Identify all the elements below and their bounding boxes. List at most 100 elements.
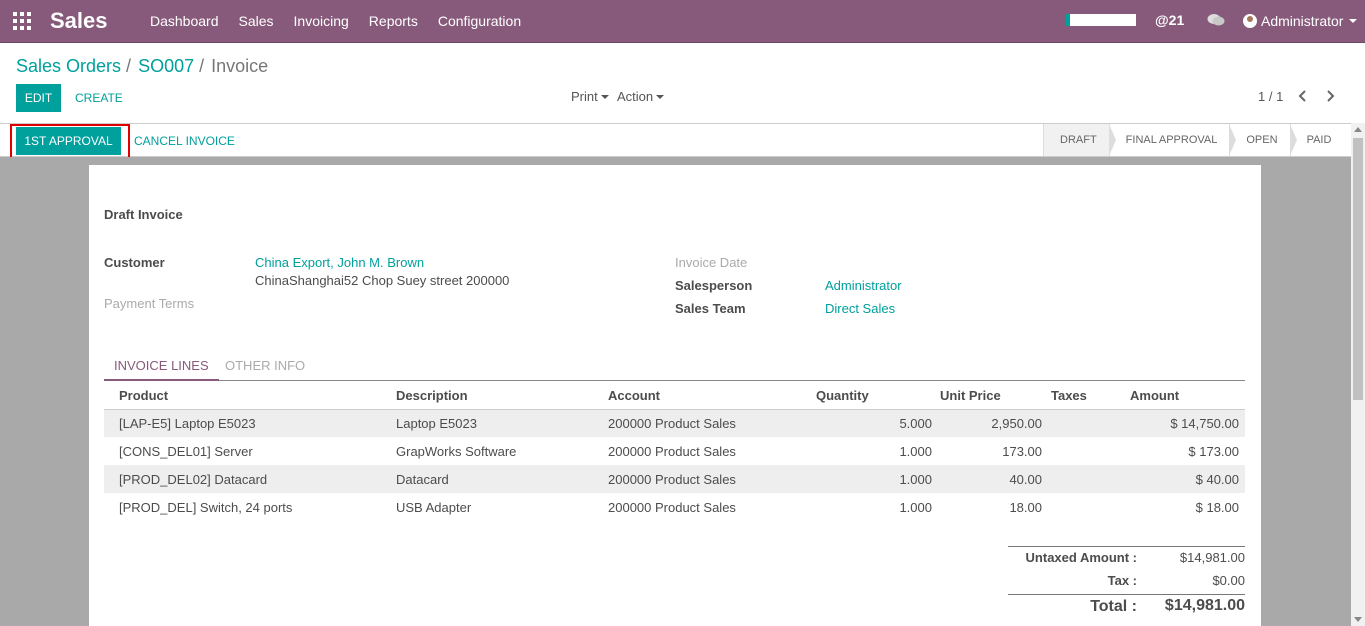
stage-draft[interactable]: DRAFT [1043, 124, 1116, 156]
cell-unit-price: 40.00 [1009, 471, 1042, 487]
totals-divider [1008, 594, 1245, 595]
print-label: Print [571, 89, 598, 104]
col-description[interactable]: Description [392, 382, 604, 410]
action-dropdown[interactable]: Action [617, 89, 665, 104]
col-product[interactable]: Product [104, 382, 392, 410]
cell-amount: $ 18.00 [1195, 499, 1239, 515]
create-button[interactable]: CREATE [75, 84, 123, 112]
cell-unit-price: 18.00 [1009, 499, 1042, 515]
sales-team-label: Sales Team [675, 301, 746, 316]
stage-open[interactable]: OPEN [1229, 124, 1297, 156]
table-header-row: Product Description Account Quantity Uni… [104, 382, 1245, 410]
invoice-lines-table: Product Description Account Quantity Uni… [104, 382, 1245, 521]
stage-final-approval[interactable]: FINAL APPROVAL [1108, 124, 1237, 156]
caret-down-icon [600, 94, 609, 99]
customer-link[interactable]: China Export, John M. Brown [255, 255, 424, 270]
edit-button[interactable]: EDIT [16, 84, 61, 112]
print-dropdown[interactable]: Print [571, 89, 609, 104]
cell-quantity: 1.000 [899, 443, 932, 459]
col-quantity[interactable]: Quantity [812, 382, 936, 410]
col-taxes[interactable]: Taxes [1046, 382, 1126, 410]
cell-product: [LAP-E5] Laptop E5023 [119, 415, 256, 431]
tab-other-info[interactable]: OTHER INFO [215, 355, 315, 381]
cell-quantity: 1.000 [899, 471, 932, 487]
chat-icon[interactable] [1207, 13, 1225, 27]
main-menu: Dashboard Sales Invoicing Reports Config… [140, 0, 531, 43]
salesperson-link[interactable]: Administrator [825, 278, 902, 293]
cell-unit-price: 2,950.00 [991, 415, 1042, 431]
top-navbar: Sales Dashboard Sales Invoicing Reports … [0, 0, 1365, 43]
breadcrumb-current: Invoice [211, 56, 269, 76]
cell-taxes [1046, 437, 1126, 465]
invoice-date-label: Invoice Date [675, 255, 748, 270]
cell-amount: $ 173.00 [1188, 443, 1239, 459]
table-row[interactable]: [CONS_DEL01] Server GrapWorks Software 2… [104, 437, 1245, 465]
cell-account: 200000 Product Sales [608, 471, 736, 487]
cancel-invoice-button[interactable]: CANCEL INVOICE [134, 127, 235, 155]
action-label: Action [617, 89, 654, 104]
cell-product: [CONS_DEL01] Server [119, 443, 253, 459]
menu-dashboard[interactable]: Dashboard [140, 0, 229, 43]
customer-label: Customer [104, 255, 165, 270]
cell-taxes [1046, 493, 1126, 521]
breadcrumb-separator: / [126, 56, 132, 76]
scroll-thumb[interactable] [1353, 138, 1363, 400]
cell-description: Laptop E5023 [396, 415, 477, 431]
cell-amount: $ 40.00 [1195, 471, 1239, 487]
messages-counter[interactable]: @21 [1155, 12, 1184, 28]
menu-invoicing[interactable]: Invoicing [284, 0, 359, 43]
table-row[interactable]: [PROD_DEL02] Datacard Datacard 200000 Pr… [104, 465, 1245, 493]
cell-quantity: 5.000 [899, 415, 932, 431]
menu-configuration[interactable]: Configuration [428, 0, 531, 43]
customer-address: ChinaShanghai52 Chop Suey street 200000 [255, 273, 510, 288]
cell-taxes [1046, 409, 1126, 437]
cell-quantity: 1.000 [899, 499, 932, 515]
breadcrumb-sales-orders[interactable]: Sales Orders [16, 56, 121, 77]
highlight-box [10, 124, 130, 159]
col-amount[interactable]: Amount [1126, 382, 1245, 410]
table-row[interactable]: [LAP-E5] Laptop E5023 Laptop E5023 20000… [104, 409, 1245, 437]
chevron-left-icon[interactable] [1298, 90, 1308, 102]
pager-value[interactable]: 1 / 1 [1258, 89, 1283, 104]
scroll-down-icon[interactable] [1354, 617, 1362, 622]
cell-product: [PROD_DEL] Switch, 24 ports [119, 499, 293, 515]
table-row[interactable]: [PROD_DEL] Switch, 24 ports USB Adapter … [104, 493, 1245, 521]
col-account[interactable]: Account [604, 382, 812, 410]
cell-amount: $ 14,750.00 [1170, 415, 1239, 431]
scrollbar[interactable] [1351, 123, 1365, 626]
totals-divider [1008, 546, 1245, 547]
cell-unit-price: 173.00 [1002, 443, 1042, 459]
total-value: $14,981.00 [1164, 597, 1245, 614]
stage-pipeline: DRAFT FINAL APPROVAL OPEN PAID [1043, 124, 1344, 156]
scroll-up-icon[interactable] [1354, 127, 1362, 132]
cell-description: GrapWorks Software [396, 443, 517, 459]
menu-reports[interactable]: Reports [359, 0, 428, 43]
cell-account: 200000 Product Sales [608, 443, 736, 459]
cell-account: 200000 Product Sales [608, 415, 736, 431]
tab-invoice-lines[interactable]: INVOICE LINES [104, 355, 219, 381]
tax-label: Tax : [1107, 573, 1137, 588]
notebook-tabs: INVOICE LINES OTHER INFO [104, 355, 1245, 381]
untaxed-amount-label: Untaxed Amount : [1025, 550, 1137, 565]
salesperson-label: Salesperson [675, 278, 753, 293]
chevron-right-icon[interactable] [1325, 90, 1335, 102]
apps-grid-icon[interactable] [13, 12, 31, 30]
untaxed-amount-value: $14,981.00 [1179, 550, 1245, 565]
cell-taxes [1046, 465, 1126, 493]
stage-paid[interactable]: PAID [1289, 124, 1344, 156]
sales-team-link[interactable]: Direct Sales [825, 301, 895, 316]
status-bar: 1ST APPROVAL CANCEL INVOICE DRAFT FINAL … [0, 123, 1351, 159]
col-unit-price[interactable]: Unit Price [936, 382, 1046, 410]
breadcrumb-so007[interactable]: SO007 [138, 56, 194, 77]
caret-down-icon [656, 94, 665, 99]
invoice-title: Draft Invoice [104, 207, 183, 222]
user-menu[interactable]: Administrator [1243, 13, 1358, 29]
cell-product: [PROD_DEL02] Datacard [119, 471, 268, 487]
cell-description: USB Adapter [396, 499, 472, 515]
tax-value: $0.00 [1212, 573, 1245, 588]
user-name: Administrator [1261, 13, 1344, 29]
breadcrumb-separator: / [199, 56, 205, 76]
progress-bar[interactable] [1066, 14, 1136, 26]
payment-terms-label: Payment Terms [104, 296, 195, 311]
menu-sales[interactable]: Sales [229, 0, 284, 43]
